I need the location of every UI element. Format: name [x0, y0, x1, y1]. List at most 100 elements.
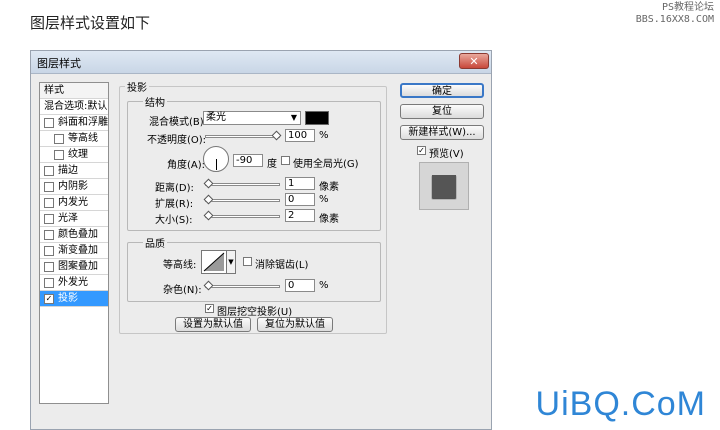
sidebar-item-label: 内发光 [58, 197, 88, 208]
watermark-logo: UiBQ.CoM [535, 385, 706, 423]
sidebar-item-checkbox[interactable] [44, 278, 54, 288]
size-unit: 像素 [319, 214, 339, 225]
shadow-color-swatch[interactable] [305, 111, 329, 125]
sidebar-item[interactable]: 图案叠加 [40, 259, 108, 275]
page-caption: 图层样式设置如下 [30, 14, 151, 32]
sidebar-item[interactable]: 斜面和浮雕 [40, 115, 108, 131]
size-slider-track[interactable] [205, 215, 280, 218]
size-label: 大小(S): [155, 215, 193, 226]
blend-mode-value: 柔光 [206, 112, 226, 123]
sidebar-item-label: 渐变叠加 [58, 245, 98, 256]
sidebar-item-checkbox[interactable] [44, 166, 54, 176]
sidebar-header[interactable]: 样式 [40, 83, 108, 99]
sidebar-item-checkbox[interactable] [44, 198, 54, 208]
contour-picker[interactable] [201, 250, 227, 274]
preview-label: 预览(V) [429, 149, 464, 160]
make-default-button[interactable]: 设置为默认值 [175, 317, 251, 332]
sidebar-item-checkbox[interactable] [44, 230, 54, 240]
sidebar-item-label: 等高线 [68, 133, 98, 144]
ok-button[interactable]: 确定 [400, 83, 484, 98]
styles-sidebar: 样式 混合选项:默认斜面和浮雕等高线纹理描边内阴影内发光光泽颜色叠加渐变叠加图案… [39, 82, 109, 404]
angle-dial[interactable] [203, 146, 229, 172]
sidebar-item[interactable]: 混合选项:默认 [40, 99, 108, 115]
sidebar-header-label: 样式 [44, 85, 64, 96]
distance-label: 距离(D): [155, 183, 194, 194]
sidebar-item[interactable]: 等高线 [40, 131, 108, 147]
sidebar-item-checkbox[interactable] [44, 118, 54, 128]
blend-mode-select[interactable]: 柔光 ▼ [203, 111, 301, 125]
watermark-top-line2: BBS.16XX8.COM [635, 14, 714, 25]
reset-default-button[interactable]: 复位为默认值 [257, 317, 333, 332]
contour-curve-icon [203, 252, 225, 272]
sidebar-item-label: 混合选项:默认 [44, 101, 108, 112]
sidebar-item-checkbox[interactable] [54, 134, 64, 144]
noise-unit: % [319, 280, 329, 291]
opacity-input[interactable]: 100 [285, 129, 315, 142]
dialog-title: 图层样式 [37, 57, 81, 70]
angle-input[interactable]: -90 [233, 154, 263, 167]
sidebar-item[interactable]: 光泽 [40, 211, 108, 227]
sidebar-item-checkbox[interactable] [44, 246, 54, 256]
dialog-body: 样式 混合选项:默认斜面和浮雕等高线纹理描边内阴影内发光光泽颜色叠加渐变叠加图案… [31, 74, 491, 429]
close-icon: ✕ [469, 55, 479, 68]
sidebar-item-checkbox[interactable] [44, 182, 54, 192]
reset-button[interactable]: 复位 [400, 104, 484, 119]
antialias-checkbox[interactable] [243, 257, 252, 266]
noise-input[interactable]: 0 [285, 279, 315, 292]
distance-input[interactable]: 1 [285, 177, 315, 190]
dialog-titlebar[interactable]: 图层样式 ✕ [31, 51, 491, 74]
distance-slider-track[interactable] [205, 183, 280, 186]
drop-shadow-title: 投影 [125, 79, 149, 94]
sidebar-item[interactable]: ✓ 投影 [40, 291, 108, 307]
antialias-label: 消除锯齿(L) [255, 260, 309, 271]
opacity-slider-track[interactable] [205, 135, 280, 138]
opacity-unit: % [319, 130, 329, 141]
sidebar-item-checkbox[interactable] [44, 214, 54, 224]
sidebar-item[interactable]: 内发光 [40, 195, 108, 211]
knockout-label: 图层挖空投影(U) [217, 307, 293, 318]
new-style-button[interactable]: 新建样式(W)... [400, 125, 484, 140]
close-button[interactable]: ✕ [459, 53, 489, 69]
sidebar-item-checkbox[interactable]: ✓ [44, 294, 54, 304]
global-light-label: 使用全局光(G) [293, 159, 359, 170]
chevron-down-icon: ▼ [290, 113, 297, 122]
sidebar-item-label: 颜色叠加 [58, 229, 98, 240]
sidebar-item[interactable]: 颜色叠加 [40, 227, 108, 243]
layer-style-dialog: 图层样式 ✕ 样式 混合选项:默认斜面和浮雕等高线纹理描边内阴影内发光光泽颜色叠… [30, 50, 492, 430]
sidebar-item[interactable]: 外发光 [40, 275, 108, 291]
knockout-checkbox[interactable]: ✓ [205, 304, 214, 313]
global-light-checkbox[interactable] [281, 156, 290, 165]
watermark-top: PS教程论坛 BBS.16XX8.COM [636, 2, 714, 26]
size-input[interactable]: 2 [285, 209, 315, 222]
chevron-down-icon: ▼ [228, 258, 234, 266]
sidebar-item-label: 内阴影 [58, 181, 88, 192]
sidebar-item-label: 描边 [58, 165, 78, 176]
sidebar-item[interactable]: 内阴影 [40, 179, 108, 195]
sidebar-item-label: 外发光 [58, 277, 88, 288]
sidebar-item-label: 斜面和浮雕 [58, 117, 108, 128]
sidebar-item-checkbox[interactable] [44, 262, 54, 272]
spread-slider-track[interactable] [205, 199, 280, 202]
angle-label: 角度(A): [167, 160, 206, 171]
preview-swatch [432, 175, 456, 198]
spread-label: 扩展(R): [155, 199, 194, 210]
structure-title: 结构 [143, 94, 167, 109]
noise-slider-track[interactable] [205, 285, 280, 288]
spread-input[interactable]: 0 [285, 193, 315, 206]
sidebar-item-label: 图案叠加 [58, 261, 98, 272]
sidebar-item[interactable]: 纹理 [40, 147, 108, 163]
preview-thumbnail [419, 162, 469, 210]
spread-unit: % [319, 194, 329, 205]
blend-mode-label: 混合模式(B): [149, 117, 208, 128]
sidebar-item[interactable]: 描边 [40, 163, 108, 179]
preview-checkbox[interactable]: ✓ [417, 146, 426, 155]
contour-dropdown-button[interactable]: ▼ [227, 250, 236, 274]
opacity-label: 不透明度(O): [147, 135, 207, 146]
watermark-top-line1: PS教程论坛 [661, 2, 714, 13]
sidebar-item[interactable]: 渐变叠加 [40, 243, 108, 259]
sidebar-item-checkbox[interactable] [54, 150, 64, 160]
angle-dial-needle [216, 159, 217, 170]
noise-label: 杂色(N): [163, 285, 202, 296]
distance-unit: 像素 [319, 182, 339, 193]
sidebar-item-label: 投影 [58, 293, 78, 304]
